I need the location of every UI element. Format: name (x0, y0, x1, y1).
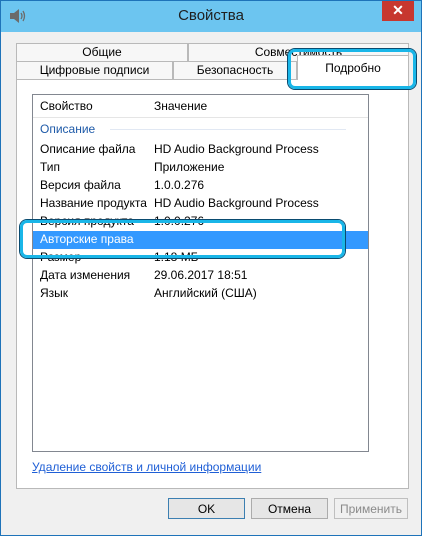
apply-button-label: Применить (339, 502, 402, 516)
tab-digital-signatures-label: Цифровые подписи (39, 63, 150, 77)
tab-general[interactable]: Общие (16, 43, 188, 62)
window-title: Свойства (178, 7, 244, 24)
cancel-button-label: Отмена (267, 502, 312, 516)
properties-window: Свойства ✕ Общие Совместимость Цифровые … (0, 0, 422, 536)
title-bar[interactable]: Свойства ✕ (1, 1, 421, 32)
list-item[interactable]: Описание файла HD Audio Background Proce… (33, 141, 368, 159)
property-value: HD Audio Background Process (154, 196, 319, 210)
close-icon: ✕ (392, 2, 404, 18)
property-name: Версия файла (40, 178, 121, 192)
list-item[interactable]: Язык Английский (США) (33, 285, 368, 303)
list-item[interactable]: Версия файла 1.0.0.276 (33, 177, 368, 195)
property-value: HD Audio Background Process (154, 142, 319, 156)
property-name: Язык (40, 286, 69, 300)
cancel-button[interactable]: Отмена (251, 498, 328, 519)
column-value[interactable]: Значение (154, 99, 207, 113)
property-name: Дата изменения (40, 268, 131, 282)
tab-details-label: Подробно (325, 61, 381, 75)
details-panel: Свойство Значение Описание Описание файл… (16, 79, 409, 489)
list-item[interactable]: Тип Приложение (33, 159, 368, 177)
list-header: Свойство Значение (33, 95, 368, 118)
tab-security[interactable]: Безопасность (173, 61, 297, 80)
close-button[interactable]: ✕ (382, 1, 414, 21)
property-name: Описание файла (40, 142, 136, 156)
property-name: Тип (40, 160, 61, 174)
group-description: Описание (40, 122, 96, 136)
list-item[interactable]: Дата изменения 29.06.2017 18:51 (33, 267, 368, 285)
remove-properties-link[interactable]: Удаление свойств и личной информации (32, 460, 261, 474)
tab-details[interactable]: Подробно (297, 55, 409, 80)
ok-button[interactable]: OK (168, 498, 245, 519)
list-item[interactable]: Название продукта HD Audio Background Pr… (33, 195, 368, 213)
tab-general-label: Общие (82, 45, 122, 59)
property-value: 29.06.2017 18:51 (154, 268, 248, 282)
property-value: Английский (США) (154, 286, 257, 300)
property-name: Название продукта (40, 196, 147, 210)
property-value: 1.0.0.276 (154, 178, 205, 192)
tab-digital-signatures[interactable]: Цифровые подписи (16, 61, 173, 80)
property-value: Приложение (154, 160, 225, 174)
tab-security-label: Безопасность (196, 63, 274, 77)
details-list[interactable]: Свойство Значение Описание Описание файл… (32, 94, 369, 452)
ok-button-label: OK (197, 502, 216, 516)
column-property[interactable]: Свойство (40, 99, 93, 113)
apply-button[interactable]: Применить (334, 498, 408, 519)
group-divider (110, 129, 346, 130)
selected-row-highlight (20, 220, 345, 258)
